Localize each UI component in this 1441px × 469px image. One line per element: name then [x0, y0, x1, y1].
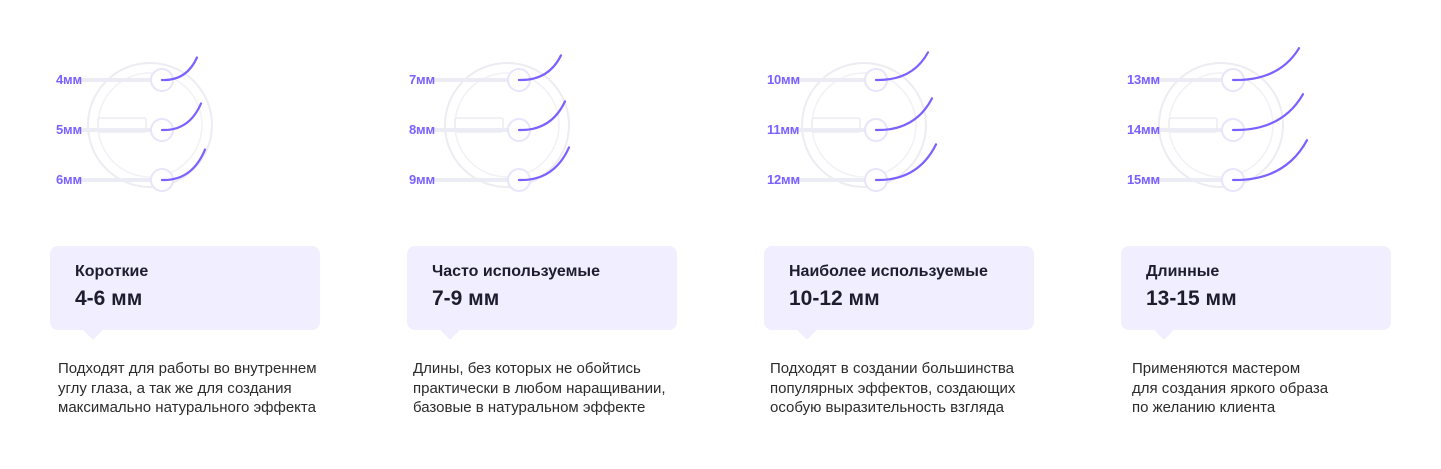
length-label: 14мм [1127, 122, 1160, 137]
lash-group-long: 13мм 14мм 15мм Длинные 13-15 мм Применяю… [1121, 0, 1421, 469]
description-line: максимально натурального эффекта [58, 399, 316, 416]
length-label: 5мм [56, 122, 82, 137]
description-line: углу глаза, а так же для создания [58, 379, 292, 397]
info-card: Часто используемые 7-9 мм [407, 246, 677, 330]
length-label: 9мм [409, 172, 435, 187]
lash-diagram: 7мм 8мм 9мм [407, 30, 707, 210]
lash-group-short: 4мм 5мм 6мм Короткие 4-6 мм Подходят для… [50, 0, 350, 469]
description: Применяются мастером для создания яркого… [1132, 359, 1432, 418]
lash-group-most-used: 10мм 11мм 12мм Наиболее используемые 10-… [764, 0, 1064, 469]
card-range: 13-15 мм [1146, 287, 1237, 310]
lash-curves-graphic [790, 51, 938, 192]
description-line: Подходят в создании большинства [770, 360, 1015, 377]
lash-row [790, 143, 938, 192]
description: Подходят в создании большинства популярн… [770, 359, 1070, 418]
length-label: 12мм [767, 172, 800, 187]
length-label: 13мм [1127, 72, 1160, 87]
lash-diagram: 4мм 5мм 6мм [50, 30, 350, 210]
card-range: 4-6 мм [75, 287, 143, 310]
lash-curves-graphic [76, 56, 213, 192]
length-label: 7мм [409, 72, 435, 87]
card-title: Наиболее используемые [789, 263, 988, 280]
info-card: Длинные 13-15 мм [1121, 246, 1391, 330]
card-range: 10-12 мм [789, 287, 880, 310]
card-title: Длинные [1146, 263, 1220, 280]
description-line: базовые в натуральном эффекте [413, 399, 646, 416]
length-label: 4мм [56, 72, 82, 87]
lash-row [76, 102, 203, 142]
description: Длины, без которых не обойтись практичес… [413, 359, 713, 418]
lash-diagram: 13мм 14мм 15мм [1121, 30, 1421, 210]
info-card: Наиболее используемые 10-12 мм [764, 246, 1034, 330]
lash-row [790, 51, 930, 92]
description-line: Применяются мастером [1132, 360, 1301, 377]
description-line: Подходят для работы во внутреннем [58, 360, 317, 377]
description-line: по желанию клиента [1132, 399, 1276, 416]
card-title: Часто используемые [432, 263, 600, 280]
lash-diagram: 10мм 11мм 12мм [764, 30, 1064, 210]
length-label: 15мм [1127, 172, 1160, 187]
lash-row [1147, 47, 1301, 92]
description-line: практически в любом наращивании, [413, 379, 666, 397]
description-line: особую выразительность взгляда [770, 399, 1004, 416]
info-card: Короткие 4-6 мм [50, 246, 320, 330]
lash-curves-graphic [433, 54, 571, 192]
length-label: 8мм [409, 122, 435, 137]
lash-group-popular: 7мм 8мм 9мм Часто используемые 7-9 мм Дл… [407, 0, 707, 469]
description-line: популярных эффектов, создающих [770, 379, 1016, 397]
description-line: для создания яркого образа [1132, 379, 1329, 397]
description-line: Длины, без которых не обойтись [413, 360, 641, 377]
card-title: Короткие [75, 263, 149, 280]
card-range: 7-9 мм [432, 287, 500, 310]
lash-curves-graphic [1147, 47, 1309, 192]
lash-row [1147, 139, 1309, 192]
lash-row [433, 146, 571, 192]
length-label: 11мм [767, 122, 800, 137]
length-label: 6мм [56, 172, 82, 187]
length-label: 10мм [767, 72, 800, 87]
description: Подходят для работы во внутреннем углу г… [58, 359, 358, 418]
